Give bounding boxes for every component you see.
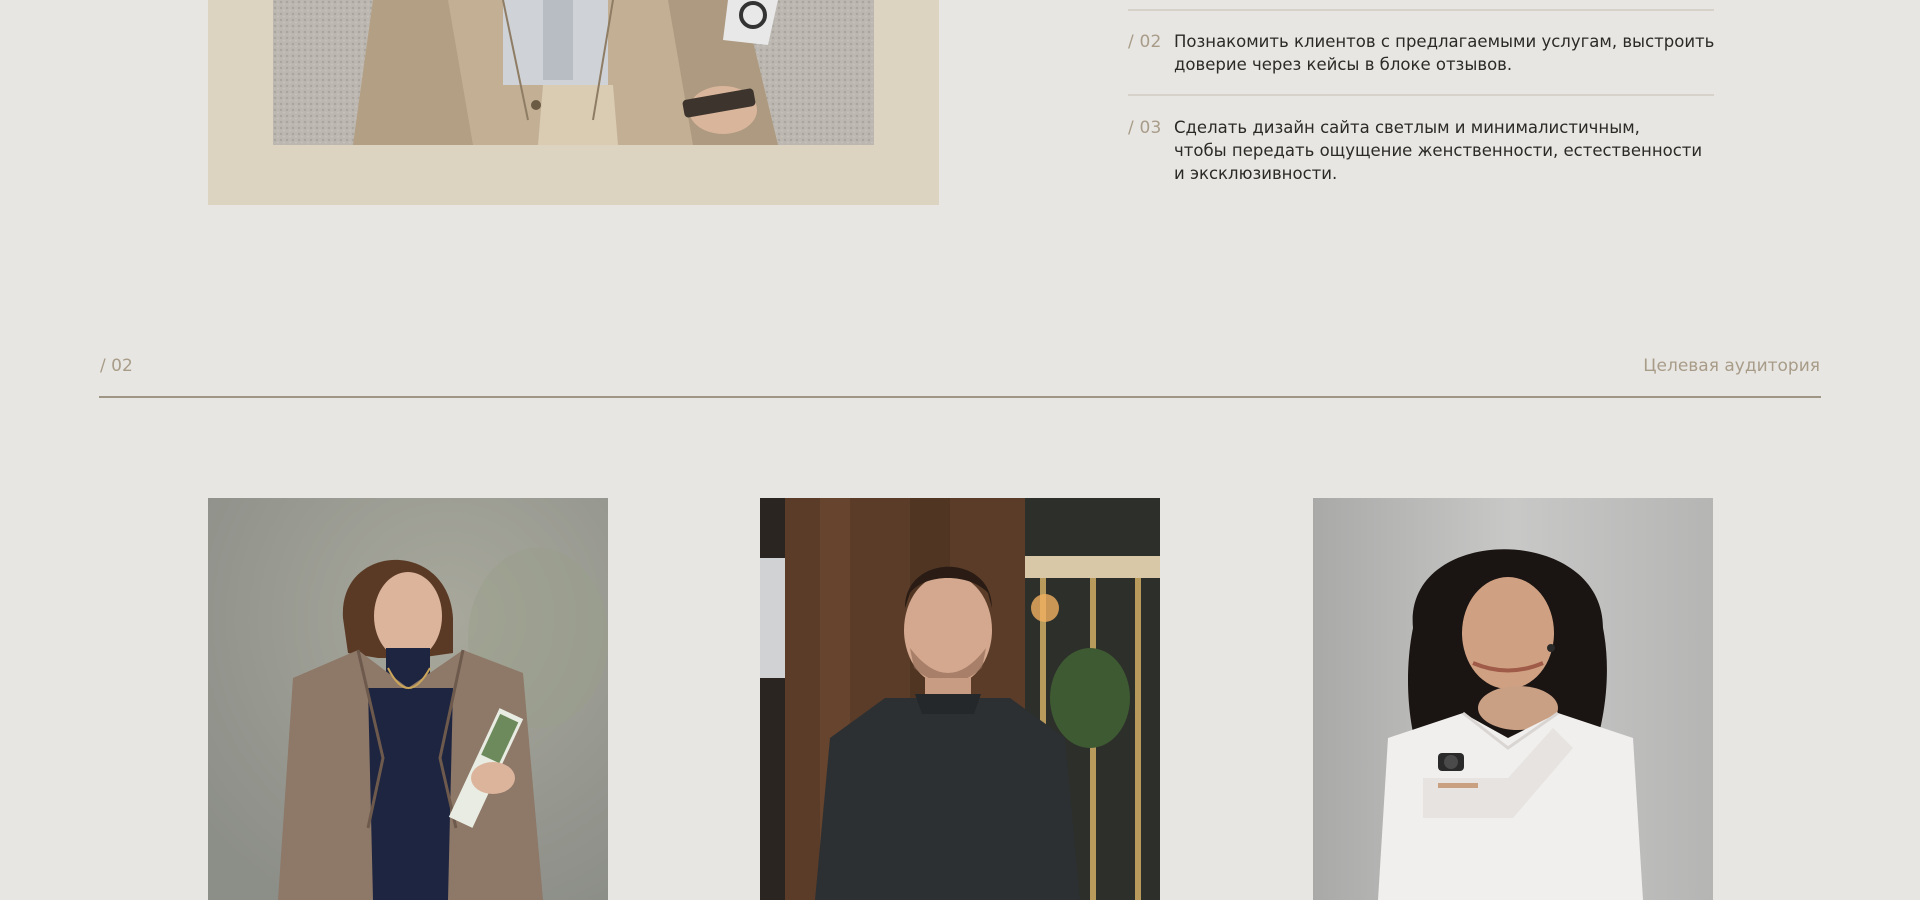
audience-photo-man-sweater [760, 498, 1160, 900]
section-number: / 02 [100, 356, 133, 376]
section-title: Целевая аудитория [1643, 356, 1820, 376]
goal-divider [1128, 9, 1714, 11]
goal-divider [1128, 94, 1714, 96]
audience-photo-woman-blazer [208, 498, 608, 900]
goal-number: / 02 [1128, 32, 1162, 52]
audience-photo-woman-white-shirt [1313, 498, 1713, 900]
hero-photo [273, 0, 874, 145]
goal-text: Познакомить клиентов с предлагаемыми усл… [1174, 32, 1715, 74]
goal-text: Сделать дизайн сайта светлым и минималис… [1174, 118, 1703, 183]
goal-number: / 03 [1128, 118, 1162, 138]
section-divider [99, 396, 1821, 398]
